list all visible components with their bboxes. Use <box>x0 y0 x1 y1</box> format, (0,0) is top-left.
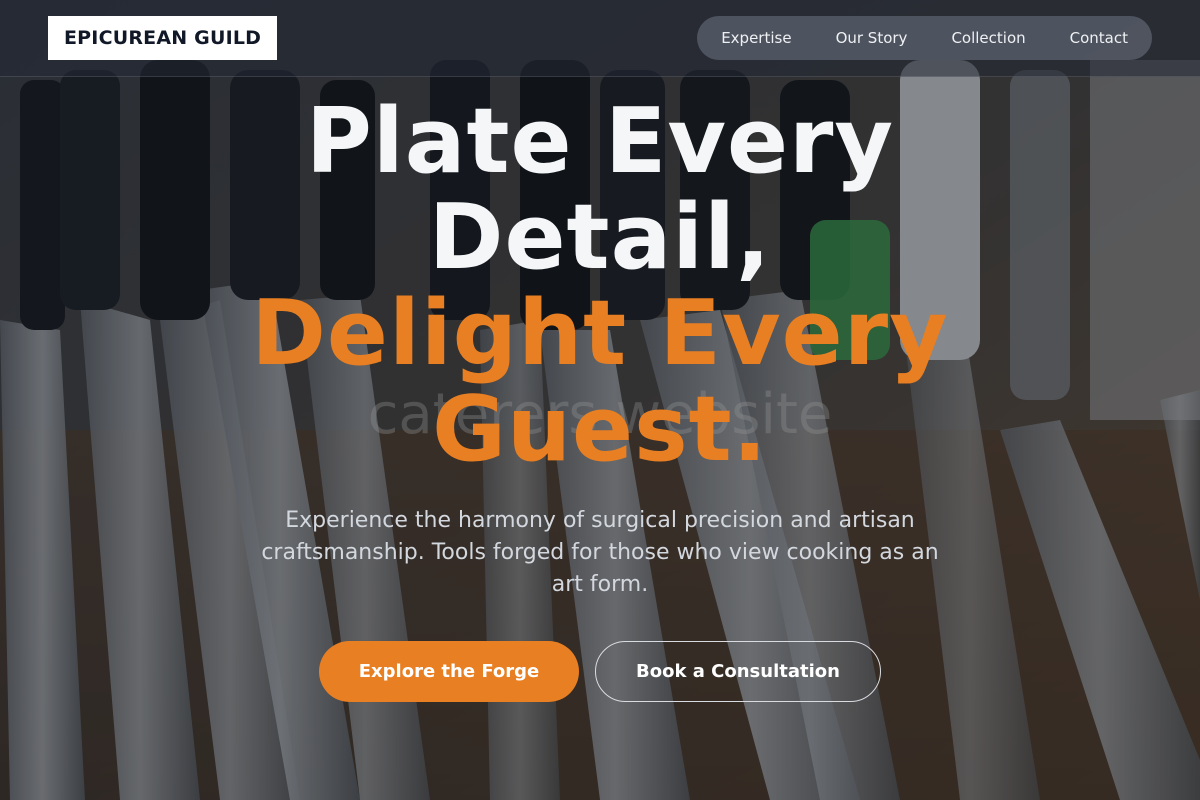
explore-forge-button[interactable]: Explore the Forge <box>319 641 579 702</box>
headline-line-1: Plate Every <box>305 89 895 194</box>
headline-line-3: Delight Every <box>251 281 949 386</box>
headline-line-2: Detail, <box>428 185 772 290</box>
top-navbar: EPICUREAN GUILD Expertise Our Story Coll… <box>0 0 1200 77</box>
nav-menu: Expertise Our Story Collection Contact <box>697 16 1152 60</box>
nav-link-expertise[interactable]: Expertise <box>699 16 813 60</box>
nav-link-contact[interactable]: Contact <box>1048 16 1150 60</box>
hero-section: EPICUREAN GUILD Expertise Our Story Coll… <box>0 0 1200 800</box>
nav-link-collection[interactable]: Collection <box>929 16 1047 60</box>
hero-subtitle: Experience the harmony of surgical preci… <box>261 508 939 597</box>
nav-link-our-story[interactable]: Our Story <box>814 16 930 60</box>
headline-line-4: Guest. <box>432 377 768 482</box>
brand-logo[interactable]: EPICUREAN GUILD <box>48 16 278 60</box>
book-consultation-button[interactable]: Book a Consultation <box>595 641 881 702</box>
hero-headline: Plate Every Detail, Delight Every Guest. <box>0 94 1200 478</box>
